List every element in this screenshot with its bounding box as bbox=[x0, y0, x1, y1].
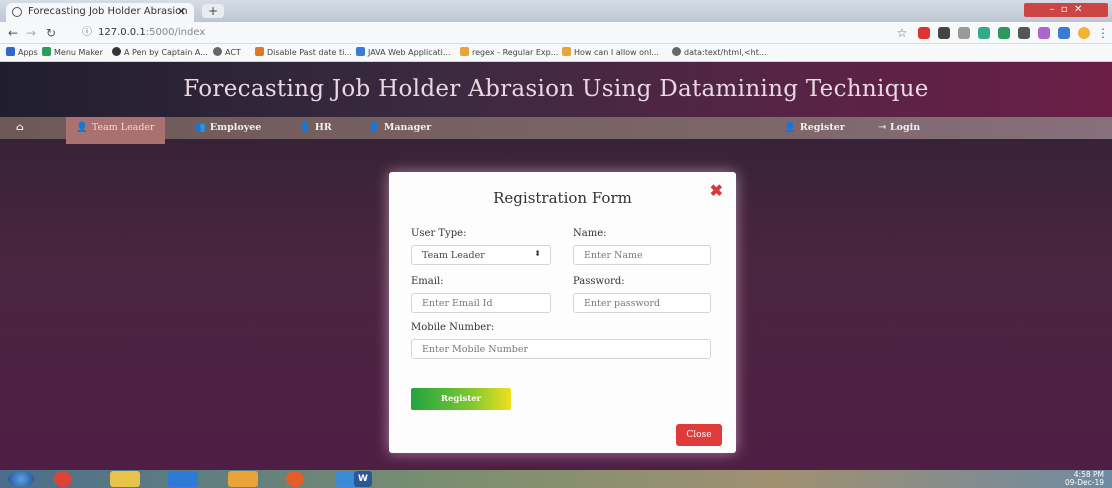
bookmark-item[interactable]: data:text/html,<ht... bbox=[672, 47, 767, 59]
extension-icon[interactable] bbox=[938, 27, 950, 39]
menu-icon[interactable]: ⋮ bbox=[1096, 25, 1110, 41]
login-icon: ⇥ bbox=[878, 122, 886, 133]
bookmark-item[interactable]: Disable Past date ti... bbox=[255, 47, 352, 59]
password-label: Password: bbox=[573, 276, 625, 287]
nav-hr[interactable]: 👤 HR bbox=[299, 122, 332, 134]
browser-tab[interactable]: Forecasting Job Holder Abrasion ✕ bbox=[6, 3, 194, 22]
site-navbar: ⌂ 👤 Team Leader 👥 Employee 👤 HR 👤 Manager 👤 R… bbox=[0, 117, 1112, 144]
user-icon: 👤 bbox=[368, 122, 380, 133]
nav-login[interactable]: ⇥ Login bbox=[878, 122, 920, 134]
extension-icon[interactable] bbox=[958, 27, 970, 39]
start-button[interactable] bbox=[8, 471, 34, 487]
apps-icon bbox=[6, 47, 15, 56]
users-icon: 👥 bbox=[194, 122, 206, 133]
user-plus-icon: 👤 bbox=[784, 122, 796, 133]
site-title: Forecasting Job Holder Abrasion Using Da… bbox=[183, 76, 929, 102]
mobile-input[interactable]: Enter Mobile Number bbox=[411, 339, 711, 359]
nav-team-leader[interactable]: 👤 Team Leader bbox=[66, 117, 165, 144]
user-type-value: Team Leader bbox=[422, 250, 485, 261]
bookmark-icon bbox=[460, 47, 469, 56]
user-type-select[interactable]: Team Leader ⬍ bbox=[411, 245, 551, 265]
bookmark-icon bbox=[42, 47, 51, 56]
register-button[interactable]: Register bbox=[411, 388, 511, 410]
extension-icon[interactable] bbox=[1038, 27, 1050, 39]
modal-title: Registration Form bbox=[493, 189, 632, 207]
bookmark-item[interactable]: A Pen by Captain A... bbox=[112, 47, 208, 59]
bookmark-icon bbox=[562, 47, 571, 56]
forward-arrow-icon[interactable]: → bbox=[24, 25, 38, 41]
nav-manager[interactable]: 👤 Manager bbox=[368, 122, 431, 134]
close-button[interactable]: Close bbox=[676, 424, 722, 446]
mobile-label: Mobile Number: bbox=[411, 322, 495, 333]
user-tie-icon: 👤 bbox=[299, 122, 311, 133]
nav-employee[interactable]: 👥 Employee bbox=[194, 122, 261, 134]
window-controls[interactable]: – ▫ ✕ bbox=[1024, 3, 1108, 17]
bookmark-item[interactable]: ACT bbox=[213, 47, 241, 59]
select-caret-icon: ⬍ bbox=[534, 249, 541, 258]
bookmark-icon bbox=[356, 47, 365, 56]
bookmark-item[interactable]: JAVA Web Applicati... bbox=[356, 47, 451, 59]
email-input[interactable]: Enter Email Id bbox=[411, 293, 551, 313]
email-label: Email: bbox=[411, 276, 444, 287]
user-type-label: User Type: bbox=[411, 228, 467, 239]
page-viewport: Forecasting Job Holder Abrasion Using Da… bbox=[0, 62, 1112, 470]
firefox-taskbar-icon[interactable] bbox=[286, 471, 304, 487]
globe-icon bbox=[12, 7, 22, 17]
extension-icon[interactable] bbox=[998, 27, 1010, 39]
info-icon: ⓘ bbox=[82, 27, 92, 38]
bookmark-item[interactable]: regex - Regular Exp... bbox=[460, 47, 558, 59]
bookmark-icon bbox=[255, 47, 264, 56]
chrome-taskbar-icon[interactable] bbox=[54, 471, 72, 487]
nav-register[interactable]: 👤 Register bbox=[784, 122, 845, 134]
system-clock[interactable]: 4:58 PM 09-Dec-19 bbox=[1065, 471, 1104, 487]
url-field[interactable]: ⓘ 127.0.0.1:5000/index bbox=[82, 25, 962, 41]
home-link[interactable]: ⌂ bbox=[16, 122, 24, 134]
bookmark-item[interactable]: How can I allow onl... bbox=[562, 47, 659, 59]
reload-icon[interactable]: ↻ bbox=[44, 25, 58, 41]
close-tab-icon[interactable]: ✕ bbox=[177, 5, 186, 18]
close-icon[interactable]: ✖ bbox=[710, 181, 723, 200]
password-input[interactable]: Enter password bbox=[573, 293, 711, 313]
taskbar: W 4:58 PM 09-Dec-19 bbox=[0, 470, 1112, 488]
bookmarks-bar: Apps Menu Maker A Pen by Captain A... AC… bbox=[0, 44, 1112, 62]
browser-tab-title: Forecasting Job Holder Abrasion bbox=[28, 6, 188, 17]
star-icon[interactable]: ☆ bbox=[895, 25, 909, 41]
vscode-taskbar-icon[interactable] bbox=[168, 471, 198, 487]
globe-icon bbox=[672, 47, 681, 56]
name-label: Name: bbox=[573, 228, 607, 239]
new-tab-button[interactable]: + bbox=[202, 4, 224, 18]
extension-icon[interactable] bbox=[1058, 27, 1070, 39]
clock-date: 09-Dec-19 bbox=[1064, 478, 1104, 487]
extension-icon[interactable] bbox=[1018, 27, 1030, 39]
back-arrow-icon[interactable]: ← bbox=[6, 25, 20, 41]
file-explorer-taskbar-icon[interactable] bbox=[110, 471, 140, 487]
extension-icon[interactable] bbox=[978, 27, 990, 39]
user-icon: 👤 bbox=[76, 122, 88, 133]
name-input[interactable]: Enter Name bbox=[573, 245, 711, 265]
bookmark-item[interactable]: Menu Maker bbox=[42, 47, 103, 59]
registration-modal: Registration Form ✖ User Type: Team Lead… bbox=[389, 172, 736, 453]
profile-avatar[interactable] bbox=[1078, 27, 1090, 39]
url-host: 127.0.0.1 bbox=[98, 27, 146, 38]
url-path: :5000/index bbox=[145, 27, 206, 38]
extension-icon[interactable] bbox=[918, 27, 930, 39]
bookmark-apps[interactable]: Apps bbox=[6, 47, 38, 59]
word-taskbar-icon[interactable]: W bbox=[354, 471, 372, 487]
home-icon: ⌂ bbox=[16, 122, 24, 133]
app-taskbar-icon[interactable] bbox=[228, 471, 258, 487]
globe-icon bbox=[213, 47, 222, 56]
bookmark-icon bbox=[112, 47, 121, 56]
